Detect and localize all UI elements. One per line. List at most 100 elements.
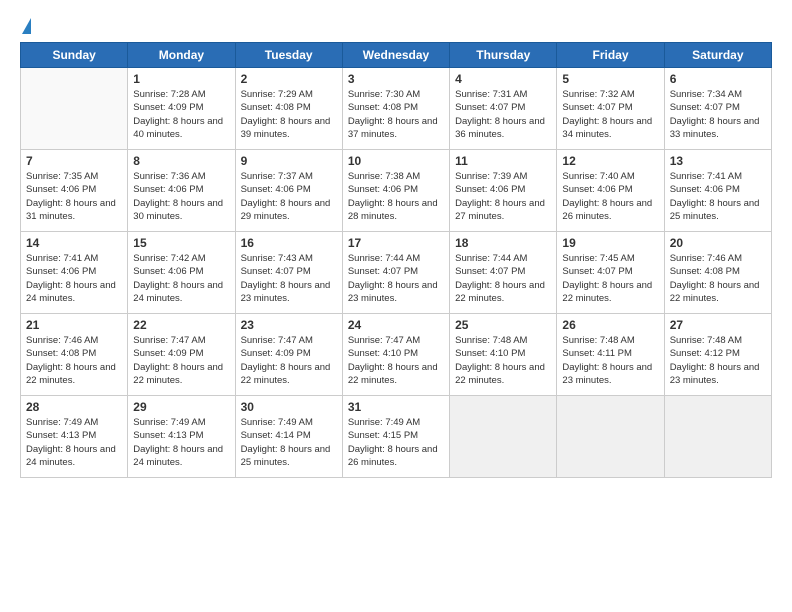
day-cell: 18 Sunrise: 7:44 AMSunset: 4:07 PMDayligh…: [450, 232, 557, 314]
day-number: 11: [455, 154, 551, 168]
day-cell: 16 Sunrise: 7:43 AMSunset: 4:07 PMDayligh…: [235, 232, 342, 314]
day-info: Sunrise: 7:49 AMSunset: 4:13 PMDaylight:…: [133, 416, 229, 469]
day-number: 13: [670, 154, 766, 168]
day-cell: [450, 396, 557, 478]
day-cell: 29 Sunrise: 7:49 AMSunset: 4:13 PMDayligh…: [128, 396, 235, 478]
day-number: 5: [562, 72, 658, 86]
day-cell: 17Sunrise: 7:44 AMSunset: 4:07 PMDayligh…: [342, 232, 449, 314]
day-info: Sunrise: 7:42 AMSunset: 4:06 PMDaylight:…: [133, 252, 229, 305]
weekday-sunday: Sunday: [21, 43, 128, 68]
day-cell: 12 Sunrise: 7:40 AMSunset: 4:06 PMDayligh…: [557, 150, 664, 232]
day-cell: 9 Sunrise: 7:37 AMSunset: 4:06 PMDaylight…: [235, 150, 342, 232]
day-cell: 22Sunrise: 7:47 AMSunset: 4:09 PMDayligh…: [128, 314, 235, 396]
page: SundayMondayTuesdayWednesdayThursdayFrid…: [0, 0, 792, 612]
day-cell: 1 Sunrise: 7:28 AMSunset: 4:09 PMDaylight…: [128, 68, 235, 150]
day-info: Sunrise: 7:48 AMSunset: 4:10 PMDaylight:…: [455, 334, 551, 387]
day-info: Sunrise: 7:32 AMSunset: 4:07 PMDaylight:…: [562, 88, 658, 141]
day-info: Sunrise: 7:48 AMSunset: 4:12 PMDaylight:…: [670, 334, 766, 387]
day-number: 15: [133, 236, 229, 250]
day-cell: 14 Sunrise: 7:41 AMSunset: 4:06 PMDayligh…: [21, 232, 128, 314]
day-number: 22: [133, 318, 229, 332]
day-number: 30: [241, 400, 337, 414]
day-number: 17: [348, 236, 444, 250]
day-number: 31: [348, 400, 444, 414]
day-cell: 21 Sunrise: 7:46 AMSunset: 4:08 PMDayligh…: [21, 314, 128, 396]
day-number: 6: [670, 72, 766, 86]
day-info: Sunrise: 7:35 AMSunset: 4:06 PMDaylight:…: [26, 170, 122, 223]
weekday-friday: Friday: [557, 43, 664, 68]
day-cell: 23 Sunrise: 7:47 AMSunset: 4:09 PMDayligh…: [235, 314, 342, 396]
day-number: 9: [241, 154, 337, 168]
day-info: Sunrise: 7:30 AMSunset: 4:08 PMDaylight:…: [348, 88, 444, 141]
calendar-table: SundayMondayTuesdayWednesdayThursdayFrid…: [20, 42, 772, 478]
day-cell: 10Sunrise: 7:38 AMSunset: 4:06 PMDayligh…: [342, 150, 449, 232]
day-number: 28: [26, 400, 122, 414]
day-number: 21: [26, 318, 122, 332]
weekday-header-row: SundayMondayTuesdayWednesdayThursdayFrid…: [21, 43, 772, 68]
week-row-5: 28 Sunrise: 7:49 AMSunset: 4:13 PMDayligh…: [21, 396, 772, 478]
day-cell: 2 Sunrise: 7:29 AMSunset: 4:08 PMDaylight…: [235, 68, 342, 150]
day-info: Sunrise: 7:46 AMSunset: 4:08 PMDaylight:…: [26, 334, 122, 387]
day-info: Sunrise: 7:39 AMSunset: 4:06 PMDaylight:…: [455, 170, 551, 223]
day-info: Sunrise: 7:44 AMSunset: 4:07 PMDaylight:…: [455, 252, 551, 305]
logo-triangle-icon: [22, 18, 31, 34]
day-cell: 19 Sunrise: 7:45 AMSunset: 4:07 PMDayligh…: [557, 232, 664, 314]
day-cell: 24Sunrise: 7:47 AMSunset: 4:10 PMDayligh…: [342, 314, 449, 396]
day-number: 14: [26, 236, 122, 250]
day-cell: 20 Sunrise: 7:46 AMSunset: 4:08 PMDayligh…: [664, 232, 771, 314]
day-cell: [21, 68, 128, 150]
day-number: 4: [455, 72, 551, 86]
day-number: 26: [562, 318, 658, 332]
day-cell: [664, 396, 771, 478]
header: [20, 18, 772, 34]
day-number: 2: [241, 72, 337, 86]
day-info: Sunrise: 7:37 AMSunset: 4:06 PMDaylight:…: [241, 170, 337, 223]
day-cell: 7 Sunrise: 7:35 AMSunset: 4:06 PMDaylight…: [21, 150, 128, 232]
day-number: 10: [348, 154, 444, 168]
day-cell: 11 Sunrise: 7:39 AMSunset: 4:06 PMDayligh…: [450, 150, 557, 232]
day-info: Sunrise: 7:43 AMSunset: 4:07 PMDaylight:…: [241, 252, 337, 305]
day-info: Sunrise: 7:40 AMSunset: 4:06 PMDaylight:…: [562, 170, 658, 223]
logo: [20, 18, 31, 34]
day-number: 7: [26, 154, 122, 168]
day-cell: 4 Sunrise: 7:31 AMSunset: 4:07 PMDaylight…: [450, 68, 557, 150]
day-info: Sunrise: 7:31 AMSunset: 4:07 PMDaylight:…: [455, 88, 551, 141]
day-number: 12: [562, 154, 658, 168]
day-cell: 31 Sunrise: 7:49 AMSunset: 4:15 PMDayligh…: [342, 396, 449, 478]
day-cell: 27Sunrise: 7:48 AMSunset: 4:12 PMDayligh…: [664, 314, 771, 396]
day-info: Sunrise: 7:46 AMSunset: 4:08 PMDaylight:…: [670, 252, 766, 305]
day-info: Sunrise: 7:47 AMSunset: 4:09 PMDaylight:…: [241, 334, 337, 387]
day-number: 19: [562, 236, 658, 250]
day-number: 23: [241, 318, 337, 332]
day-number: 3: [348, 72, 444, 86]
day-cell: 30Sunrise: 7:49 AMSunset: 4:14 PMDayligh…: [235, 396, 342, 478]
day-info: Sunrise: 7:41 AMSunset: 4:06 PMDaylight:…: [26, 252, 122, 305]
day-number: 25: [455, 318, 551, 332]
day-number: 18: [455, 236, 551, 250]
day-info: Sunrise: 7:45 AMSunset: 4:07 PMDaylight:…: [562, 252, 658, 305]
day-info: Sunrise: 7:49 AMSunset: 4:13 PMDaylight:…: [26, 416, 122, 469]
day-number: 8: [133, 154, 229, 168]
day-cell: 28 Sunrise: 7:49 AMSunset: 4:13 PMDayligh…: [21, 396, 128, 478]
day-cell: 25 Sunrise: 7:48 AMSunset: 4:10 PMDayligh…: [450, 314, 557, 396]
day-number: 29: [133, 400, 229, 414]
day-info: Sunrise: 7:34 AMSunset: 4:07 PMDaylight:…: [670, 88, 766, 141]
day-number: 16: [241, 236, 337, 250]
day-info: Sunrise: 7:36 AMSunset: 4:06 PMDaylight:…: [133, 170, 229, 223]
day-info: Sunrise: 7:28 AMSunset: 4:09 PMDaylight:…: [133, 88, 229, 141]
week-row-4: 21 Sunrise: 7:46 AMSunset: 4:08 PMDayligh…: [21, 314, 772, 396]
day-cell: 5 Sunrise: 7:32 AMSunset: 4:07 PMDaylight…: [557, 68, 664, 150]
day-cell: 26Sunrise: 7:48 AMSunset: 4:11 PMDayligh…: [557, 314, 664, 396]
day-number: 20: [670, 236, 766, 250]
week-row-2: 7 Sunrise: 7:35 AMSunset: 4:06 PMDaylight…: [21, 150, 772, 232]
day-cell: 13 Sunrise: 7:41 AMSunset: 4:06 PMDayligh…: [664, 150, 771, 232]
day-info: Sunrise: 7:41 AMSunset: 4:06 PMDaylight:…: [670, 170, 766, 223]
day-info: Sunrise: 7:29 AMSunset: 4:08 PMDaylight:…: [241, 88, 337, 141]
day-cell: 15 Sunrise: 7:42 AMSunset: 4:06 PMDayligh…: [128, 232, 235, 314]
week-row-1: 1 Sunrise: 7:28 AMSunset: 4:09 PMDaylight…: [21, 68, 772, 150]
day-number: 1: [133, 72, 229, 86]
day-info: Sunrise: 7:49 AMSunset: 4:15 PMDaylight:…: [348, 416, 444, 469]
day-cell: 8 Sunrise: 7:36 AMSunset: 4:06 PMDaylight…: [128, 150, 235, 232]
day-cell: 3 Sunrise: 7:30 AMSunset: 4:08 PMDaylight…: [342, 68, 449, 150]
weekday-saturday: Saturday: [664, 43, 771, 68]
